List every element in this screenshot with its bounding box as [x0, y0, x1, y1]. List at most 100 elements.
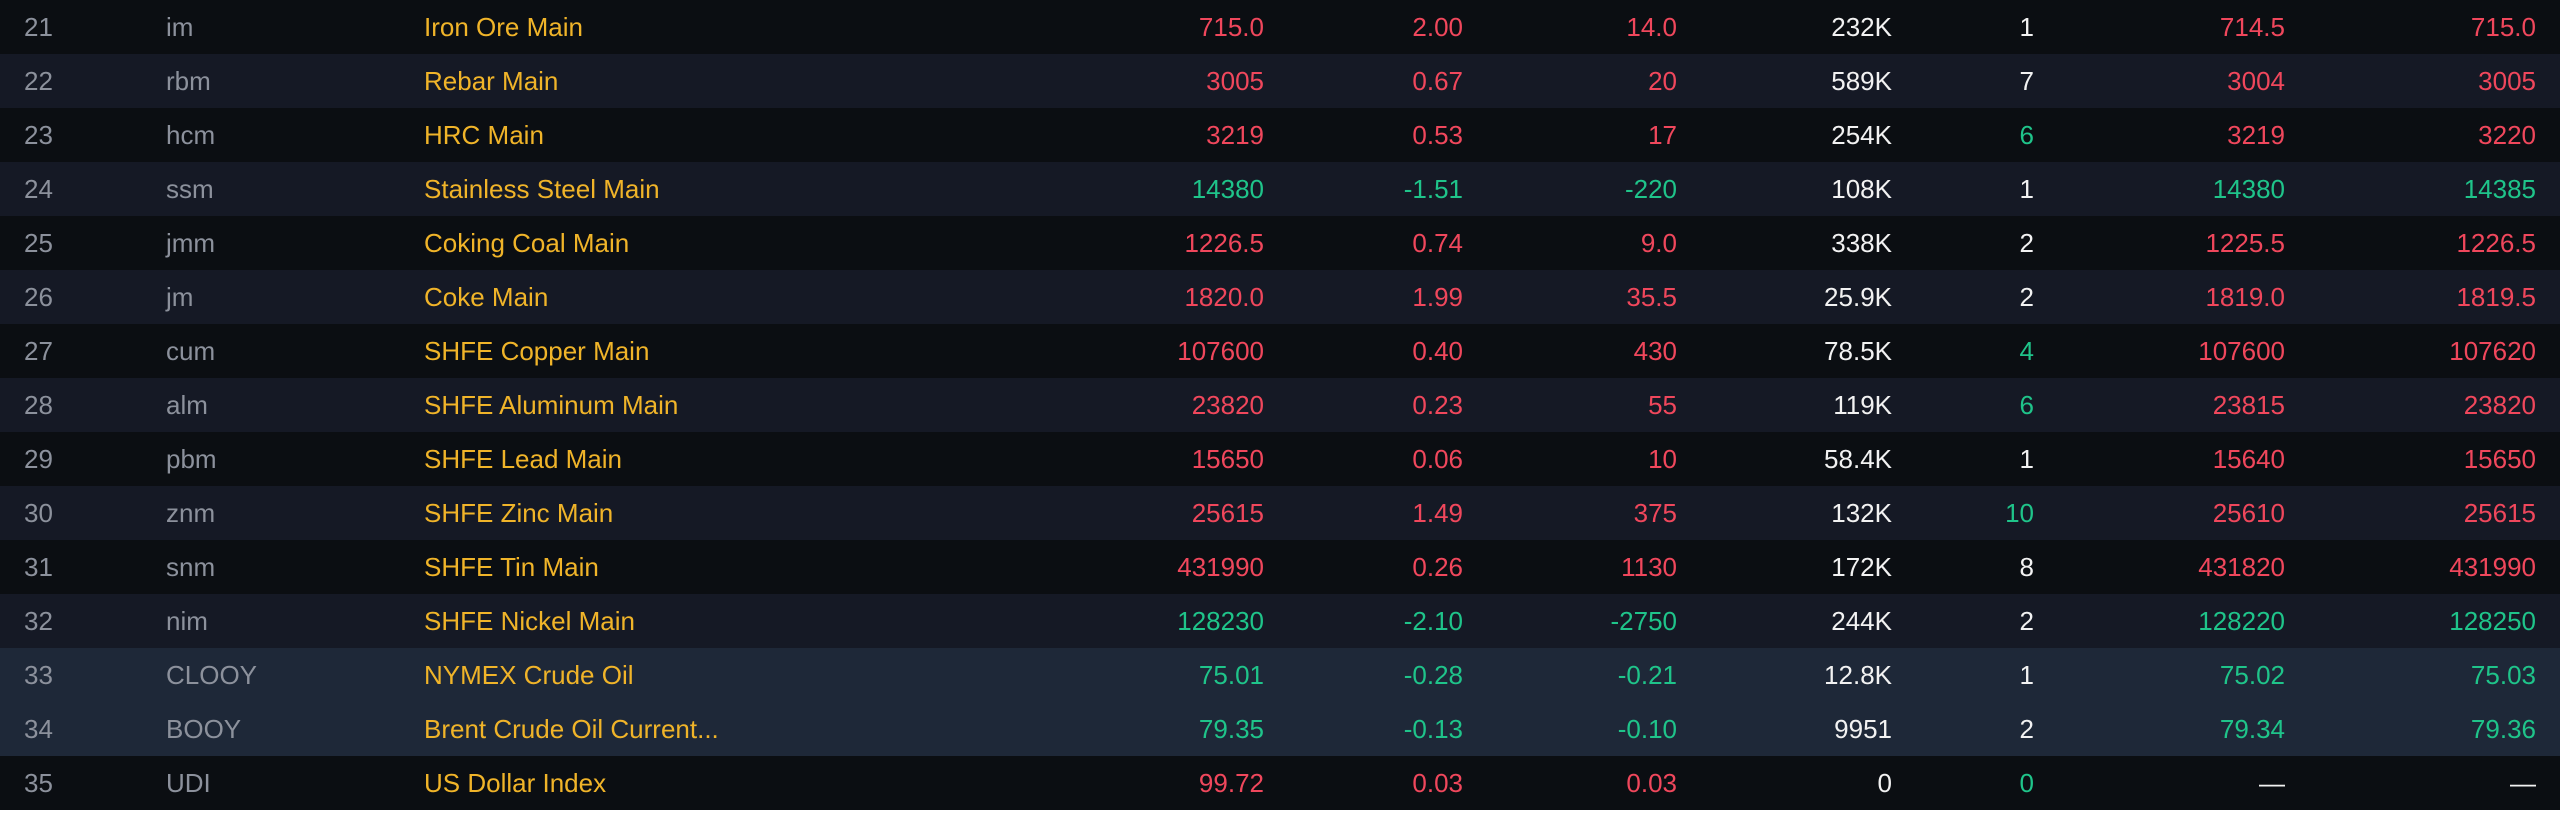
- change-percent: 1.99: [1412, 282, 1463, 312]
- change-percent: 0.74: [1412, 228, 1463, 258]
- bid-price: 714.5: [2219, 12, 2285, 42]
- bid-price: 23815: [2212, 390, 2285, 420]
- table-row[interactable]: 35 UDI US Dollar Index 99.72 0.03 0.03 0 0 — —: [0, 756, 2560, 810]
- change-percent: 0.03: [1412, 768, 1463, 798]
- current-lots: 2: [2019, 606, 2034, 636]
- row-index: 21: [24, 12, 53, 42]
- table-row[interactable]: 21 im Iron Ore Main 715.0 2.00 14.0 232K 1 714.5…: [0, 0, 2560, 54]
- symbol-code: alm: [166, 390, 208, 420]
- current-lots: 6: [2019, 120, 2034, 150]
- volume: 132K: [1831, 498, 1892, 528]
- table-row[interactable]: 30 znm SHFE Zinc Main 25615 1.49 375 132K 10 256…: [0, 486, 2560, 540]
- bid-price: 25610: [2212, 498, 2285, 528]
- table-row[interactable]: 26 jm Coke Main 1820.0 1.99 35.5 25.9K 2 1819.0 1…: [0, 270, 2560, 324]
- change-percent: -1.51: [1403, 174, 1463, 204]
- change-amount: -0.21: [1617, 660, 1677, 690]
- current-lots: 10: [2005, 498, 2034, 528]
- ask-price: 75.03: [2470, 660, 2536, 690]
- volume: 119K: [1833, 390, 1892, 420]
- instrument-name: Stainless Steel Main: [424, 174, 660, 204]
- table-row[interactable]: 22 rbm Rebar Main 3005 0.67 20 589K 7 3004 3005: [0, 54, 2560, 108]
- row-index: 28: [24, 390, 53, 420]
- row-index: 25: [24, 228, 53, 258]
- symbol-code: znm: [166, 498, 216, 528]
- current-lots: 1: [2019, 660, 2034, 690]
- last-price: 15650: [1191, 444, 1264, 474]
- ask-price: 1226.5: [2456, 228, 2536, 258]
- change-percent: 2.00: [1412, 12, 1463, 42]
- table-row[interactable]: 23 hcm HRC Main 3219 0.53 17 254K 6 3219 3220: [0, 108, 2560, 162]
- last-price: 128230: [1177, 606, 1264, 636]
- volume: 589K: [1831, 66, 1892, 96]
- instrument-name: SHFE Nickel Main: [424, 606, 635, 636]
- table-row[interactable]: 27 cum SHFE Copper Main 107600 0.40 430 78.5K 4…: [0, 324, 2560, 378]
- table-row[interactable]: 29 pbm SHFE Lead Main 15650 0.06 10 58.4K 1 1564…: [0, 432, 2560, 486]
- bid-price: 1819.0: [2205, 282, 2285, 312]
- quote-table: 21 im Iron Ore Main 715.0 2.00 14.0 232K 1 714.5…: [0, 0, 2560, 810]
- last-price: 99.72: [1198, 768, 1264, 798]
- bid-price: —: [2259, 768, 2285, 798]
- ask-price: 23820: [2463, 390, 2536, 420]
- change-amount: 9.0: [1640, 228, 1677, 258]
- change-percent: 0.23: [1412, 390, 1463, 420]
- ask-price: 79.36: [2470, 714, 2536, 744]
- change-amount: 14.0: [1626, 12, 1677, 42]
- row-index: 29: [24, 444, 53, 474]
- table-row[interactable]: 33 CLOOY NYMEX Crude Oil 75.01 -0.28 -0.21 12.…: [0, 648, 2560, 702]
- row-index: 27: [24, 336, 53, 366]
- bid-price: 1225.5: [2205, 228, 2285, 258]
- table-row[interactable]: 25 jmm Coking Coal Main 1226.5 0.74 9.0 338K 2 1…: [0, 216, 2560, 270]
- instrument-name: SHFE Copper Main: [424, 336, 650, 366]
- ask-price: 431990: [2449, 552, 2536, 582]
- volume: 244K: [1831, 606, 1892, 636]
- last-price: 107600: [1177, 336, 1264, 366]
- symbol-code: jm: [166, 282, 194, 312]
- last-price: 25615: [1191, 498, 1264, 528]
- change-amount: -0.10: [1617, 714, 1677, 744]
- instrument-name: SHFE Tin Main: [424, 552, 599, 582]
- bid-price: 15640: [2212, 444, 2285, 474]
- current-lots: 2: [2019, 282, 2034, 312]
- ask-price: 1819.5: [2456, 282, 2536, 312]
- change-amount: 375: [1633, 498, 1677, 528]
- row-index: 24: [24, 174, 53, 204]
- symbol-code: CLOOY: [166, 660, 258, 690]
- instrument-name: SHFE Lead Main: [424, 444, 622, 474]
- symbol-code: nim: [166, 606, 208, 636]
- table-row[interactable]: 31 snm SHFE Tin Main 431990 0.26 1130 172K 8 431…: [0, 540, 2560, 594]
- current-lots: 0: [2019, 768, 2034, 798]
- volume: 338K: [1831, 228, 1892, 258]
- instrument-name: Rebar Main: [424, 66, 559, 96]
- instrument-name: Coke Main: [424, 282, 549, 312]
- change-percent: -0.28: [1403, 660, 1463, 690]
- row-index: 22: [24, 66, 53, 96]
- current-lots: 1: [2019, 12, 2034, 42]
- bid-price: 3004: [2227, 66, 2285, 96]
- ask-price: 25615: [2463, 498, 2536, 528]
- symbol-code: hcm: [166, 120, 216, 150]
- symbol-code: BOOY: [166, 714, 242, 744]
- row-index: 34: [24, 714, 53, 744]
- instrument-name: SHFE Zinc Main: [424, 498, 614, 528]
- table-row[interactable]: 32 nim SHFE Nickel Main 128230 -2.10 -2750 244…: [0, 594, 2560, 648]
- table-row[interactable]: 28 alm SHFE Aluminum Main 23820 0.23 55 119K 6 2…: [0, 378, 2560, 432]
- current-lots: 2: [2019, 714, 2034, 744]
- symbol-code: im: [166, 12, 194, 42]
- current-lots: 4: [2019, 336, 2034, 366]
- instrument-name: Coking Coal Main: [424, 228, 630, 258]
- change-percent: 0.26: [1412, 552, 1463, 582]
- table-row[interactable]: 34 BOOY Brent Crude Oil Current... 79.35 -0.…: [0, 702, 2560, 756]
- last-price: 3005: [1206, 66, 1264, 96]
- volume: 172K: [1831, 552, 1892, 582]
- symbol-code: pbm: [166, 444, 217, 474]
- change-percent: 0.67: [1412, 66, 1463, 96]
- volume: 9951: [1834, 714, 1892, 744]
- current-lots: 1: [2019, 444, 2034, 474]
- table-row[interactable]: 24 ssm Stainless Steel Main 14380 -1.51 -220 1…: [0, 162, 2560, 216]
- bid-price: 3219: [2227, 120, 2285, 150]
- last-price: 1226.5: [1184, 228, 1264, 258]
- bid-price: 79.34: [2219, 714, 2285, 744]
- change-amount: 20: [1648, 66, 1677, 96]
- last-price: 23820: [1191, 390, 1264, 420]
- change-amount: 55: [1648, 390, 1677, 420]
